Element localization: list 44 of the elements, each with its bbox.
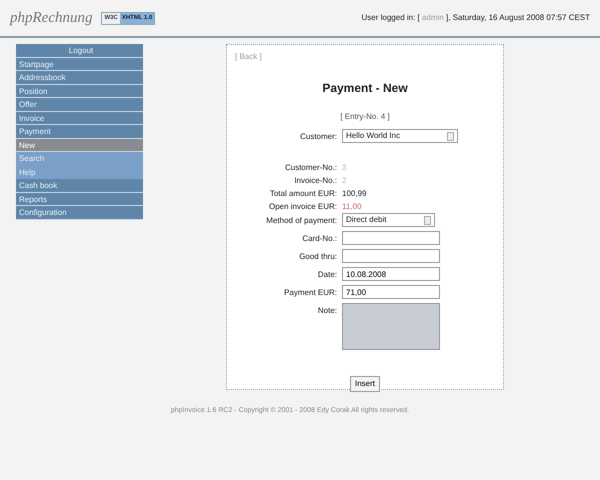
user-label-end: ],	[446, 13, 450, 22]
menu-item[interactable]: Addressbook	[16, 71, 143, 84]
field-label: Invoice-No.:	[293, 175, 337, 187]
input-field[interactable]	[342, 249, 440, 263]
menu-item[interactable]: Invoice	[16, 112, 143, 125]
menu-item[interactable]: Startpage	[16, 58, 143, 71]
field-label: Customer-No.:	[284, 162, 337, 174]
select-field[interactable]: Direct debit	[342, 213, 435, 227]
field-label: Total amount EUR:	[268, 188, 337, 200]
input-field[interactable]	[342, 231, 440, 245]
field-value: 11,00	[342, 201, 362, 213]
entry-number: [ Entry-No. 4 ]	[339, 111, 391, 123]
menu-item[interactable]: Offer	[16, 98, 143, 112]
field-label: Method of payment:	[265, 215, 337, 227]
field-value: 100,99	[342, 188, 368, 200]
select-field[interactable]: Hello World Inc	[342, 129, 458, 143]
menu-item[interactable]: Cash book	[16, 179, 143, 192]
menu-item[interactable]: Search	[16, 152, 143, 166]
field-label: Customer:	[299, 131, 337, 143]
menu-item[interactable]: Payment	[16, 125, 143, 138]
logout-link[interactable]: Logout	[16, 44, 143, 58]
field-label: Open invoice EUR:	[268, 201, 337, 213]
menu-item[interactable]: Configuration	[16, 206, 143, 220]
field-label: Card-No.:	[301, 233, 337, 245]
input-field[interactable]: 10.08.2008	[342, 267, 440, 281]
menu-item[interactable]: Help	[16, 166, 143, 179]
user-label: User logged in: [	[362, 13, 420, 22]
menu-item[interactable]: Reports	[16, 192, 143, 206]
input-field[interactable]: 71,00	[342, 285, 440, 299]
note-field[interactable]	[342, 303, 440, 350]
back-link[interactable]: [ Back ]	[235, 52, 262, 61]
insert-button[interactable]: Insert	[350, 376, 380, 392]
field-value: 2	[342, 175, 348, 187]
field-label: Payment EUR:	[283, 287, 337, 299]
date-time: Saturday, 16 August 2008 07:57 CEST	[452, 13, 590, 22]
field-label: Good thru:	[298, 251, 337, 263]
field-value: 3	[342, 162, 348, 174]
menu-item[interactable]: Position	[16, 84, 143, 98]
field-label: Date:	[316, 269, 337, 281]
logo: phpRechnung	[10, 8, 92, 28]
page-title: Payment - New	[321, 80, 409, 97]
user-link[interactable]: admin	[422, 13, 444, 22]
field-label: Note:	[316, 305, 337, 317]
menu-item[interactable]: New	[16, 138, 143, 152]
